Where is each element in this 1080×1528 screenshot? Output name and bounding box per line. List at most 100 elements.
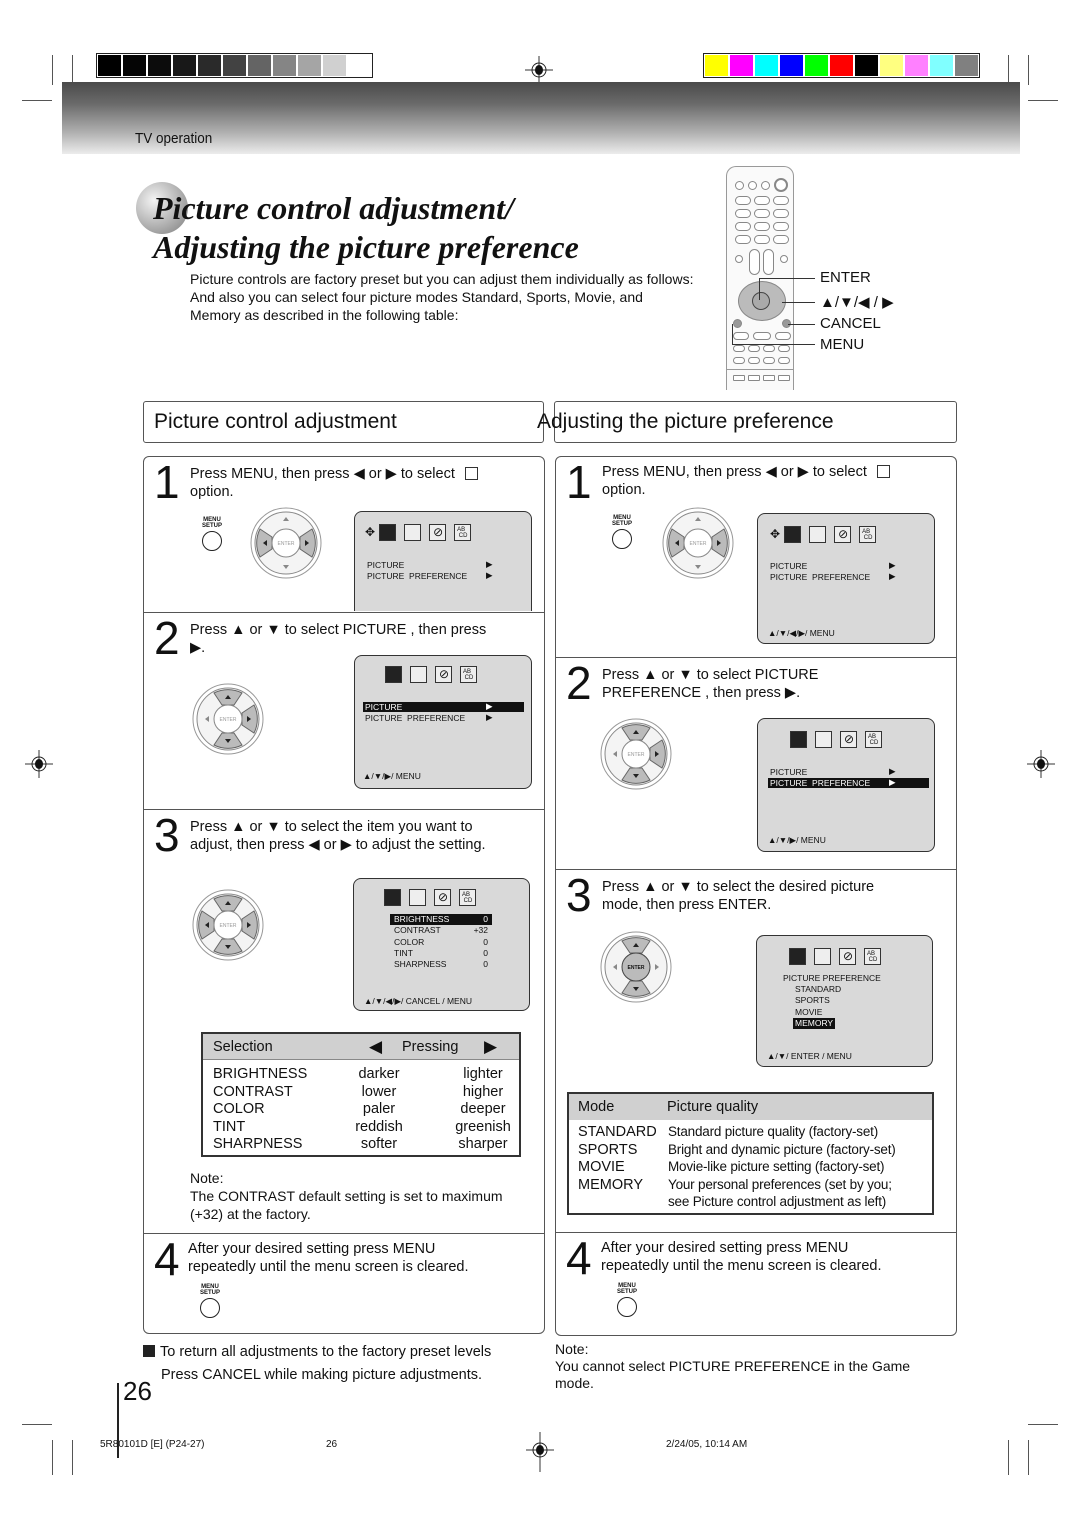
picture-menu-icon xyxy=(876,465,890,478)
button-label: SETUP xyxy=(199,1290,220,1296)
callout-line xyxy=(732,344,815,345)
step-instruction: Press ▲ or ▼ to select PICTURE PREFERENC… xyxy=(602,666,818,702)
menu-row-selected: PICTURE xyxy=(363,702,524,712)
menu-setup-button: MENU SETUP xyxy=(613,1283,641,1317)
button-circle-icon xyxy=(202,531,222,551)
setup-tab-icon xyxy=(814,948,831,965)
color-swatch xyxy=(298,55,321,76)
selection-cell-item: BRIGHTNESS xyxy=(213,1066,308,1082)
header-pressing: Pressing xyxy=(402,1039,459,1055)
svg-text:ENTER: ENTER xyxy=(628,752,645,758)
screen-hint: ▲/▼/ ENTER / MENU xyxy=(767,1051,852,1061)
header-selection: Selection xyxy=(213,1039,273,1055)
tv-menu-screen: ⊘ AB CD PICTURE PREFERENCE STANDARD SPORT… xyxy=(756,935,933,1067)
picture-tab-icon xyxy=(784,526,802,543)
button-circle-icon xyxy=(612,529,632,549)
instruction-line: Press ▲ or ▼ to select PICTURE xyxy=(602,667,819,683)
instruction-line: Press MENU, then press ◀ or ▶ to select xyxy=(190,466,455,482)
lock-tab-icon: ⊘ xyxy=(840,731,857,748)
selection-cell-right: lighter xyxy=(463,1066,503,1082)
setup-tab-icon xyxy=(815,731,832,748)
caption-tab-icon: AB CD xyxy=(864,948,881,965)
tv-menu-screen: ✥ ⊘ AB CD PICTURE PICTURE PREFERENCE ▶ ▶ xyxy=(354,511,532,611)
remote-label-enter: ENTER xyxy=(820,269,871,286)
step-instruction: Press ▲ or ▼ to select PICTURE , then pr… xyxy=(190,621,486,657)
svg-text:ENTER: ENTER xyxy=(220,923,237,929)
arrow-right-icon: ▶ xyxy=(484,1037,498,1056)
crop-mark xyxy=(1028,55,1029,85)
selection-cell-right: sharper xyxy=(458,1136,508,1152)
section-heading-picture-control: Picture control adjustment xyxy=(143,401,544,443)
color-swatch xyxy=(880,55,903,76)
step-4: 4 After your desired setting press MENU … xyxy=(144,1234,544,1334)
selection-cell-item: SHARPNESS xyxy=(213,1136,303,1152)
quality-cell: Movie-like picture setting (factory-set) xyxy=(668,1159,885,1174)
adjustment-row: BRIGHTNESS 0 xyxy=(390,914,492,926)
svg-text:ENTER: ENTER xyxy=(278,541,295,547)
crop-mark xyxy=(22,1424,52,1425)
mode-option: MOVIE xyxy=(795,1006,823,1017)
mode-cell: MEMORY xyxy=(578,1176,643,1193)
picture-tab-icon xyxy=(790,731,807,748)
arrow-right-icon: ▶ xyxy=(486,701,493,711)
color-swatch xyxy=(273,55,296,76)
color-swatch xyxy=(705,55,728,76)
step-instruction: After your desired setting press MENU re… xyxy=(188,1240,469,1276)
registration-mark-icon xyxy=(525,56,553,84)
crop-mark xyxy=(1028,1440,1029,1475)
picture-tab-icon xyxy=(384,889,401,906)
step-number: 4 xyxy=(566,1232,592,1284)
step-number: 3 xyxy=(154,809,180,861)
remote-label-menu: MENU xyxy=(820,336,865,353)
section-label: TV operation xyxy=(135,130,213,147)
note-line: You cannot select PICTURE PREFERENCE in … xyxy=(555,1358,911,1374)
color-swatch xyxy=(223,55,246,76)
setup-tab-icon xyxy=(409,889,426,906)
instruction-line: Press ▲ or ▼ to select the desired pictu… xyxy=(602,879,875,895)
button-label: SETUP xyxy=(616,1289,637,1295)
color-swatch xyxy=(348,55,371,76)
color-swatch xyxy=(730,55,753,76)
adjustment-label: CONTRAST xyxy=(394,925,441,936)
mode-list: STANDARD SPORTS MOVIE MEMORY xyxy=(793,984,843,1030)
step-2: 2 Press ▲ or ▼ to select PICTURE PREFERE… xyxy=(556,658,956,870)
adjustment-row: SHARPNESS 0 xyxy=(390,959,492,970)
registration-mark-icon xyxy=(1027,750,1055,778)
lock-tab-icon: ⊘ xyxy=(834,526,852,543)
step-number: 2 xyxy=(154,612,180,664)
callout-line xyxy=(782,302,815,303)
crop-mark xyxy=(52,55,53,85)
color-swatch xyxy=(955,55,978,76)
lock-tab-icon: ⊘ xyxy=(435,666,452,683)
crop-mark xyxy=(1008,1440,1009,1475)
callout-line xyxy=(732,324,733,344)
arrow-right-icon: ▶ xyxy=(889,777,896,787)
instruction-line: Press ▲ or ▼ to select the item you want… xyxy=(190,819,473,835)
color-swatch xyxy=(98,55,121,76)
factory-reset-note: To return all adjustments to the factory… xyxy=(143,1341,491,1387)
bullet-square-icon xyxy=(143,1345,155,1357)
arrow-right-icon: ▶ xyxy=(486,570,493,580)
picture-tab-icon xyxy=(789,948,806,965)
step-number: 3 xyxy=(566,869,592,921)
intro-line: Picture controls are factory preset but … xyxy=(190,271,694,287)
registration-mark-icon xyxy=(526,1432,554,1472)
caption-tab-icon: AB CD xyxy=(865,731,882,748)
adjustment-value: 0 xyxy=(483,936,488,947)
screen-title: PICTURE PREFERENCE xyxy=(783,973,881,983)
adjustment-value: 0 xyxy=(483,914,488,924)
instruction-line: option. xyxy=(602,482,646,498)
caption-tab-icon: AB CD xyxy=(460,666,477,683)
adjustment-row: TINT 0 xyxy=(390,948,492,959)
selection-cell-left: reddish xyxy=(355,1118,403,1135)
crop-mark xyxy=(1028,100,1058,101)
caption-tab-icon: AB CD xyxy=(454,524,472,541)
adjustment-value: 0 xyxy=(483,959,488,970)
crop-mark xyxy=(52,1440,53,1475)
note-label: Note: xyxy=(555,1341,589,1357)
arrow-right-icon: ▶ xyxy=(486,712,493,722)
screen-hint: ▲/▼/◀/▶/ CANCEL / MENU xyxy=(364,996,472,1006)
adjustment-label: TINT xyxy=(394,947,413,958)
adjustment-row: COLOR 0 xyxy=(390,937,492,948)
svg-text:ENTER: ENTER xyxy=(628,965,645,971)
